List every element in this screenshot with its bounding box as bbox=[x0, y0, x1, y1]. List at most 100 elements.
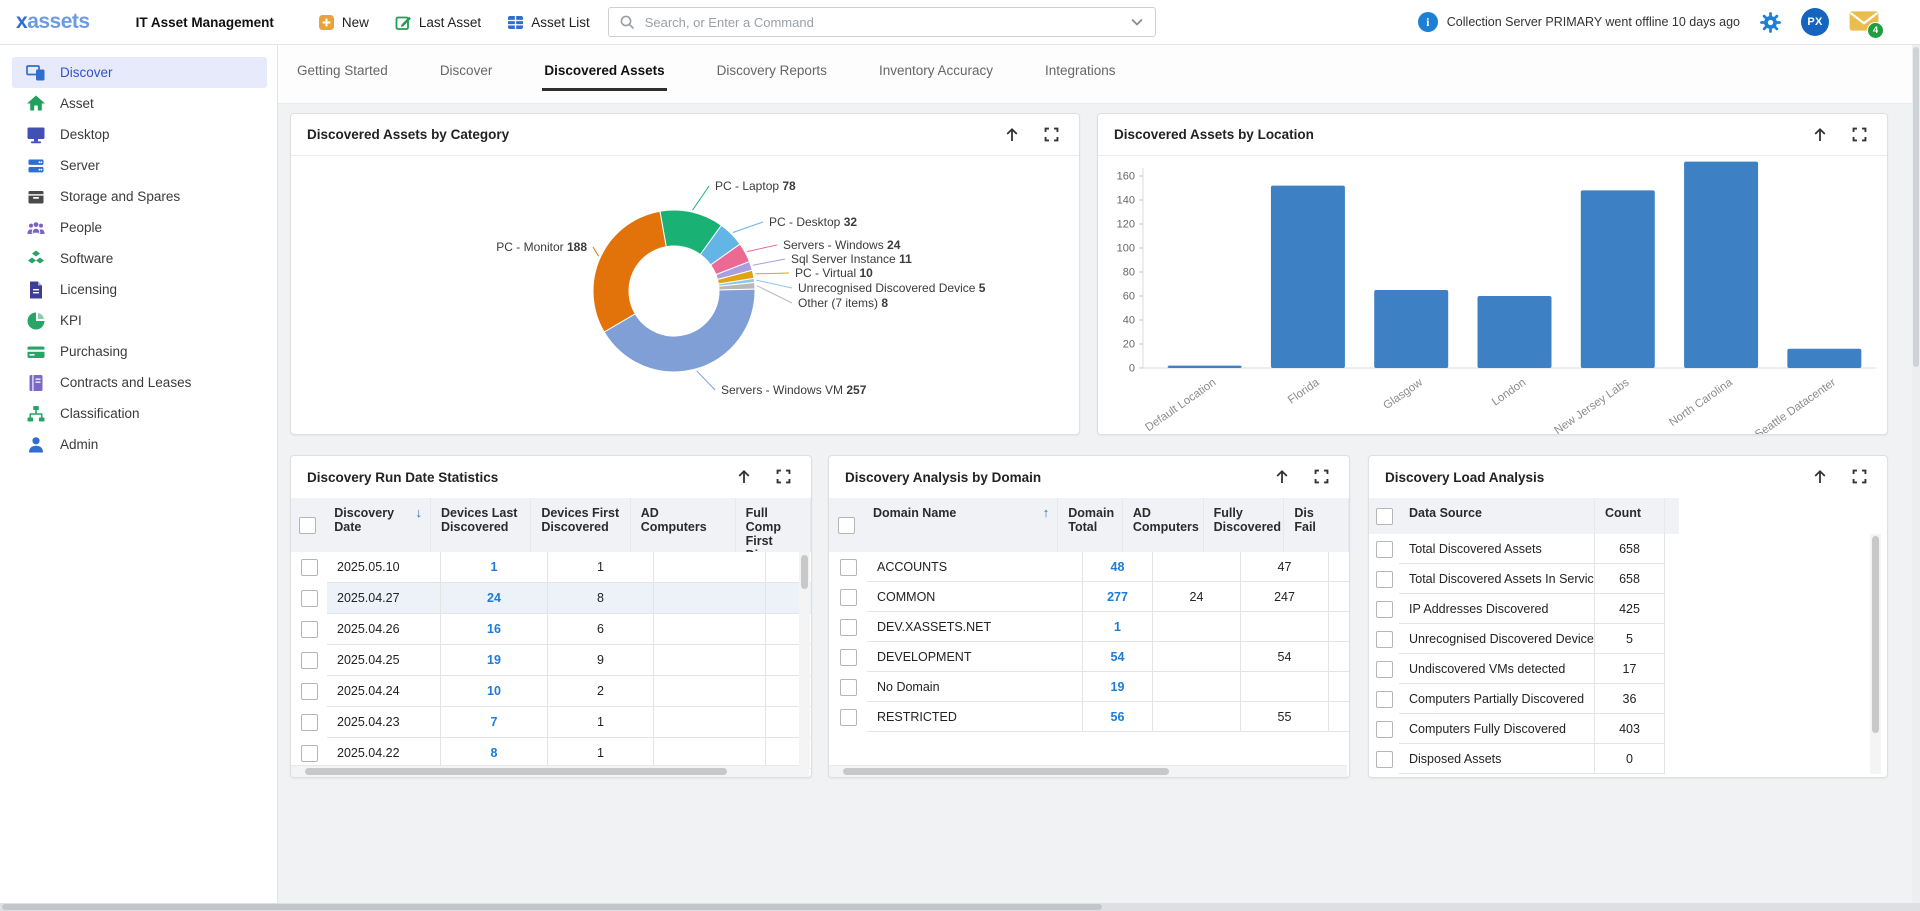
sidebar-item-classification[interactable]: Classification bbox=[12, 398, 267, 429]
server-notification[interactable]: i Collection Server PRIMARY went offline… bbox=[1418, 12, 1740, 32]
column-header[interactable]: Domain Name↑ bbox=[863, 498, 1058, 552]
table-horizontal-scrollbar[interactable] bbox=[291, 765, 809, 777]
sidebar-item-contracts-and-leases[interactable]: Contracts and Leases bbox=[12, 367, 267, 398]
column-header[interactable]: FullyDiscovered bbox=[1204, 498, 1285, 552]
sidebar-item-licensing[interactable]: Licensing bbox=[12, 274, 267, 305]
tab-integrations[interactable]: Integrations bbox=[1043, 57, 1118, 91]
bar-london[interactable] bbox=[1478, 296, 1552, 368]
bar-florida[interactable] bbox=[1271, 186, 1345, 368]
table-row[interactable]: 2025.04.27248 bbox=[291, 583, 812, 614]
table-row[interactable]: IP Addresses Discovered425 bbox=[1369, 594, 1665, 624]
table-row[interactable]: 2025.04.2371 bbox=[291, 707, 812, 738]
expand-icon[interactable] bbox=[1851, 468, 1869, 486]
cell-link[interactable]: 56 bbox=[1083, 702, 1153, 732]
user-avatar[interactable]: PX bbox=[1801, 8, 1829, 36]
export-up-arrow-icon[interactable] bbox=[1003, 126, 1021, 144]
donut-slice-pc-monitor[interactable] bbox=[593, 211, 666, 332]
row-checkbox[interactable] bbox=[301, 621, 318, 638]
sidebar-item-kpi[interactable]: KPI bbox=[12, 305, 267, 336]
column-header[interactable]: DisFail bbox=[1284, 498, 1349, 552]
sidebar-item-storage-and-spares[interactable]: Storage and Spares bbox=[12, 181, 267, 212]
cell-link[interactable]: 48 bbox=[1083, 552, 1153, 582]
row-checkbox[interactable] bbox=[1376, 721, 1393, 738]
expand-icon[interactable] bbox=[1313, 468, 1331, 486]
table-horizontal-scrollbar[interactable] bbox=[829, 765, 1347, 777]
page-horizontal-scrollbar[interactable] bbox=[0, 903, 1920, 911]
export-up-arrow-icon[interactable] bbox=[1811, 126, 1829, 144]
bar-glasgow[interactable] bbox=[1374, 290, 1448, 368]
tab-discover[interactable]: Discover bbox=[438, 57, 495, 91]
expand-icon[interactable] bbox=[1043, 126, 1061, 144]
row-checkbox[interactable] bbox=[301, 590, 318, 607]
table-row[interactable]: 2025.04.24102 bbox=[291, 676, 812, 707]
row-checkbox[interactable] bbox=[1376, 541, 1393, 558]
column-header[interactable]: Devices LastDiscovered bbox=[431, 498, 531, 552]
sidebar-item-admin[interactable]: Admin bbox=[12, 429, 267, 460]
sidebar-item-asset[interactable]: Asset bbox=[12, 88, 267, 119]
select-all-checkbox[interactable] bbox=[1376, 508, 1393, 525]
column-header[interactable]: Data Source bbox=[1399, 498, 1595, 534]
row-checkbox[interactable] bbox=[840, 679, 857, 696]
cell-link[interactable]: 16 bbox=[441, 614, 548, 645]
row-checkbox[interactable] bbox=[840, 619, 857, 636]
row-checkbox[interactable] bbox=[301, 683, 318, 700]
column-header[interactable]: DomainTotal bbox=[1058, 498, 1123, 552]
select-all-checkbox[interactable] bbox=[838, 517, 855, 534]
row-checkbox[interactable] bbox=[840, 649, 857, 666]
xassets-logo[interactable]: xassets bbox=[16, 10, 90, 34]
table-row[interactable]: 2025.04.26166 bbox=[291, 614, 812, 645]
row-checkbox[interactable] bbox=[840, 589, 857, 606]
search-input[interactable] bbox=[643, 14, 1129, 31]
sidebar-item-software[interactable]: Software bbox=[12, 243, 267, 274]
row-checkbox[interactable] bbox=[301, 652, 318, 669]
bar-new-jersey-labs[interactable] bbox=[1581, 190, 1655, 368]
table-row[interactable]: Total Discovered Assets In Service658 bbox=[1369, 564, 1665, 594]
cell-link[interactable]: 19 bbox=[441, 645, 548, 676]
table-row[interactable]: Total Discovered Assets658 bbox=[1369, 534, 1665, 564]
cell-link[interactable]: 1 bbox=[1083, 612, 1153, 642]
table-row[interactable]: RESTRICTED5655 bbox=[829, 702, 1350, 732]
settings-gear-icon[interactable] bbox=[1759, 11, 1782, 34]
table-row[interactable]: Undiscovered VMs detected17 bbox=[1369, 654, 1665, 684]
sidebar-item-people[interactable]: People bbox=[12, 212, 267, 243]
export-up-arrow-icon[interactable] bbox=[735, 468, 753, 486]
row-checkbox[interactable] bbox=[1376, 631, 1393, 648]
export-up-arrow-icon[interactable] bbox=[1811, 468, 1829, 486]
table-row[interactable]: No Domain19 bbox=[829, 672, 1350, 702]
select-all-checkbox[interactable] bbox=[299, 517, 316, 534]
cell-link[interactable]: 277 bbox=[1083, 582, 1153, 612]
sidebar-item-server[interactable]: Server bbox=[12, 150, 267, 181]
bar-default-location[interactable] bbox=[1168, 366, 1242, 368]
column-header[interactable]: Devices FirstDiscovered bbox=[531, 498, 630, 552]
bar-seattle-datacenter[interactable] bbox=[1787, 349, 1861, 368]
table-row[interactable]: Computers Partially Discovered36 bbox=[1369, 684, 1665, 714]
row-checkbox[interactable] bbox=[1376, 601, 1393, 618]
table-row[interactable]: 2025.04.25199 bbox=[291, 645, 812, 676]
messages-button[interactable]: 4 bbox=[1848, 8, 1880, 36]
bar-north-carolina[interactable] bbox=[1684, 162, 1758, 368]
column-header[interactable]: Full CompFirst Disc bbox=[736, 498, 811, 552]
chevron-down-icon[interactable] bbox=[1129, 14, 1145, 30]
table-row[interactable]: Unrecognised Discovered Devices5 bbox=[1369, 624, 1665, 654]
row-checkbox[interactable] bbox=[301, 745, 318, 762]
tab-getting-started[interactable]: Getting Started bbox=[295, 57, 390, 91]
page-vertical-scrollbar[interactable] bbox=[1912, 45, 1920, 903]
table-vertical-scrollbar[interactable] bbox=[1870, 534, 1881, 774]
row-checkbox[interactable] bbox=[1376, 691, 1393, 708]
row-checkbox[interactable] bbox=[840, 559, 857, 576]
table-row[interactable]: COMMON27724247 bbox=[829, 582, 1350, 612]
table-row[interactable]: Disposed Assets0 bbox=[1369, 744, 1665, 774]
new-button[interactable]: New bbox=[318, 14, 369, 31]
table-row[interactable]: 2025.05.1011 bbox=[291, 552, 812, 583]
table-row[interactable]: Computers Fully Discovered403 bbox=[1369, 714, 1665, 744]
row-checkbox[interactable] bbox=[1376, 751, 1393, 768]
expand-icon[interactable] bbox=[1851, 126, 1869, 144]
cell-link[interactable]: 7 bbox=[441, 707, 548, 738]
table-row[interactable]: ACCOUNTS4847 bbox=[829, 552, 1350, 582]
sidebar-item-purchasing[interactable]: Purchasing bbox=[12, 336, 267, 367]
export-up-arrow-icon[interactable] bbox=[1273, 468, 1291, 486]
table-vertical-scrollbar[interactable] bbox=[799, 552, 810, 769]
column-header[interactable]: ADComputers bbox=[1123, 498, 1204, 552]
command-search[interactable] bbox=[608, 7, 1156, 37]
sidebar-item-discover[interactable]: Discover bbox=[12, 57, 267, 88]
